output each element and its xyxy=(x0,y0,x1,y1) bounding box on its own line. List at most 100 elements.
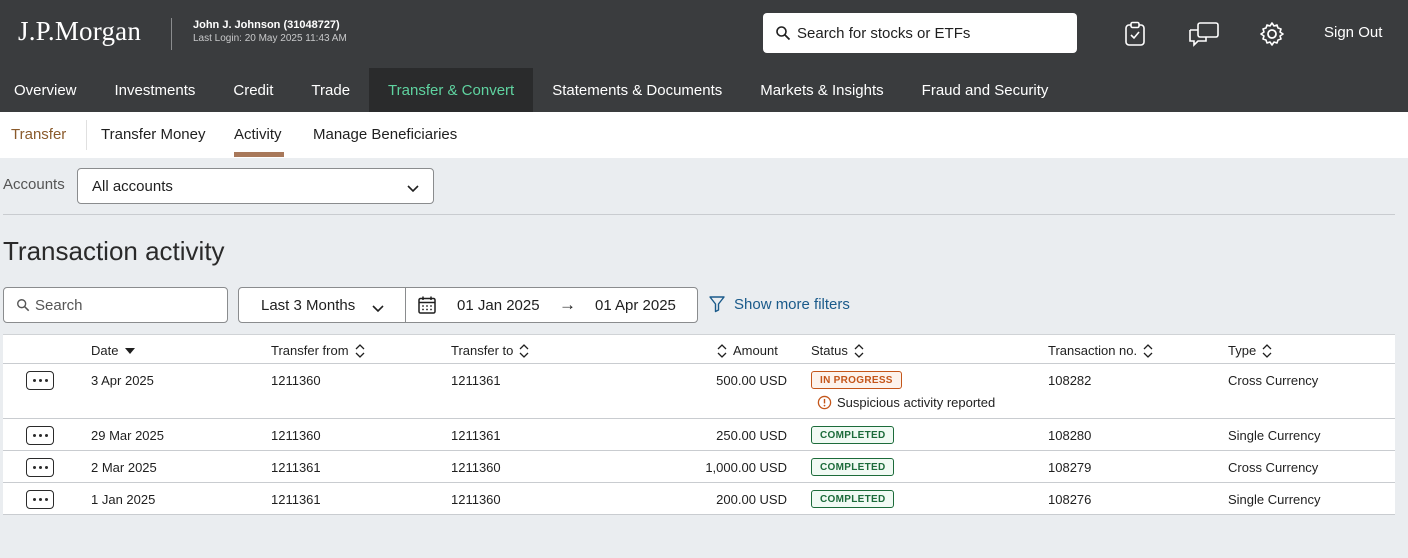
sort-desc-icon xyxy=(124,347,136,355)
gear-icon[interactable] xyxy=(1258,20,1286,48)
clipboard-check-icon[interactable] xyxy=(1121,20,1149,48)
page-title: Transaction activity xyxy=(3,236,225,266)
stock-search-input[interactable]: Search for stocks or ETFs xyxy=(763,13,1077,53)
tab-manage-beneficiaries[interactable]: Manage Beneficiaries xyxy=(313,126,457,143)
cell-to: 1211360 xyxy=(451,492,501,507)
cell-to: 1211361 xyxy=(451,373,501,388)
cell-amount: 250.00 USD xyxy=(716,428,787,443)
tab-transfer-money[interactable]: Transfer Money xyxy=(101,126,205,143)
status-note: Suspicious activity reported xyxy=(817,395,995,410)
sub-nav: Transfer Transfer Money Activity Manage … xyxy=(0,112,1408,158)
row-actions-button[interactable] xyxy=(26,458,54,477)
cell-from: 1211361 xyxy=(271,492,321,507)
col-date-label: Date xyxy=(91,343,119,358)
row-actions-button[interactable] xyxy=(26,426,54,445)
accounts-select[interactable]: All accounts xyxy=(77,168,434,204)
cell-type: Cross Currency xyxy=(1228,373,1319,388)
cell-date: 3 Apr 2025 xyxy=(91,373,154,388)
last-login: Last Login: 20 May 2025 11:43 AM xyxy=(193,33,347,44)
table-row[interactable]: 3 Apr 2025 1211360 1211361 500.00 USD IN… xyxy=(3,364,1395,419)
status-badge: IN PROGRESS xyxy=(811,371,902,389)
cell-from: 1211361 xyxy=(271,460,321,475)
col-from-label: Transfer from xyxy=(271,343,349,358)
cell-txn: 108276 xyxy=(1048,492,1092,507)
date-from-input[interactable]: 01 Jan 2025 xyxy=(457,297,540,314)
user-info: John J. Johnson (31048727) Last Login: 2… xyxy=(193,19,347,45)
sign-out-link[interactable]: Sign Out xyxy=(1324,24,1382,41)
status-badge: COMPLETED xyxy=(811,490,895,508)
search-icon xyxy=(16,298,30,312)
chat-icon[interactable] xyxy=(1188,20,1220,48)
table-row[interactable]: 2 Mar 2025 1211361 1211360 1,000.00 USD … xyxy=(3,451,1395,483)
sub-nav-title: Transfer xyxy=(11,126,67,143)
date-preset-select[interactable]: Last 3 Months xyxy=(261,297,355,314)
table-row[interactable]: 1 Jan 2025 1211361 1211360 200.00 USD CO… xyxy=(3,483,1395,515)
row-actions-button[interactable] xyxy=(26,371,54,390)
date-range-divider xyxy=(405,288,406,322)
col-amount-header[interactable]: Amount xyxy=(717,343,778,358)
nav-transfer-convert[interactable]: Transfer & Convert xyxy=(369,68,534,112)
jpmorgan-logo[interactable]: J.P.Morgan xyxy=(18,16,141,47)
transaction-search-placeholder: Search xyxy=(35,296,83,314)
date-to-input[interactable]: 01 Apr 2025 xyxy=(595,297,676,314)
top-bar: J.P.Morgan John J. Johnson (31048727) La… xyxy=(0,0,1408,68)
show-more-filters-label: Show more filters xyxy=(734,295,850,313)
nav-investments[interactable]: Investments xyxy=(96,68,215,112)
nav-markets-insights[interactable]: Markets & Insights xyxy=(741,68,902,112)
col-txn-header[interactable]: Transaction no. xyxy=(1048,343,1153,358)
cell-txn: 108282 xyxy=(1048,373,1092,388)
col-type-header[interactable]: Type xyxy=(1228,343,1272,358)
cell-amount: 200.00 USD xyxy=(716,492,787,507)
chevron-down-icon[interactable] xyxy=(372,300,384,316)
alert-circle-icon xyxy=(817,395,832,410)
cell-amount: 500.00 USD xyxy=(716,373,787,388)
col-from-header[interactable]: Transfer from xyxy=(271,343,365,358)
cell-to: 1211361 xyxy=(451,428,501,443)
col-to-header[interactable]: Transfer to xyxy=(451,343,529,358)
chevron-down-icon xyxy=(407,180,419,197)
accounts-label: Accounts xyxy=(3,176,65,193)
sort-icon xyxy=(854,343,864,358)
show-more-filters-link[interactable]: Show more filters xyxy=(708,295,850,313)
nav-overview[interactable]: Overview xyxy=(0,68,96,112)
section-divider xyxy=(3,214,1395,215)
cell-from: 1211360 xyxy=(271,373,321,388)
col-date-header[interactable]: Date xyxy=(91,343,136,358)
cell-txn: 108279 xyxy=(1048,460,1092,475)
sort-icon xyxy=(519,343,529,358)
nav-trade[interactable]: Trade xyxy=(292,68,369,112)
header-divider xyxy=(171,18,172,50)
col-to-label: Transfer to xyxy=(451,343,514,358)
date-range-filter: Last 3 Months 01 Jan 2025 → 01 Apr 2025 xyxy=(238,287,698,323)
search-icon xyxy=(775,25,791,41)
sort-icon xyxy=(1143,343,1153,358)
tab-activity[interactable]: Activity xyxy=(234,126,282,143)
arrow-right-icon: → xyxy=(559,295,576,314)
accounts-selected-value: All accounts xyxy=(92,177,173,195)
nav-statements-documents[interactable]: Statements & Documents xyxy=(533,68,741,112)
cell-from: 1211360 xyxy=(271,428,321,443)
cell-to: 1211360 xyxy=(451,460,501,475)
cell-type: Cross Currency xyxy=(1228,460,1319,475)
cell-date: 1 Jan 2025 xyxy=(91,492,156,507)
col-type-label: Type xyxy=(1228,343,1257,358)
col-amount-label: Amount xyxy=(733,343,778,358)
sort-icon xyxy=(355,343,365,358)
cell-date: 2 Mar 2025 xyxy=(91,460,157,475)
col-status-header[interactable]: Status xyxy=(811,343,864,358)
stock-search-placeholder: Search for stocks or ETFs xyxy=(797,24,971,42)
row-actions-button[interactable] xyxy=(26,490,54,509)
table-row[interactable]: 29 Mar 2025 1211360 1211361 250.00 USD C… xyxy=(3,419,1395,451)
table-header: Date Transfer from Transfer to Amount St… xyxy=(3,335,1395,364)
nav-credit[interactable]: Credit xyxy=(214,68,292,112)
status-badge: COMPLETED xyxy=(811,426,895,444)
cell-type: Single Currency xyxy=(1228,428,1321,443)
col-txn-label: Transaction no. xyxy=(1048,343,1138,358)
cell-date: 29 Mar 2025 xyxy=(91,428,164,443)
col-status-label: Status xyxy=(811,343,848,358)
user-name: John J. Johnson (31048727) xyxy=(193,19,340,31)
transaction-search-input[interactable]: Search xyxy=(3,287,228,323)
nav-fraud-security[interactable]: Fraud and Security xyxy=(903,68,1068,112)
filter-icon xyxy=(708,295,726,313)
calendar-icon[interactable] xyxy=(417,295,437,318)
